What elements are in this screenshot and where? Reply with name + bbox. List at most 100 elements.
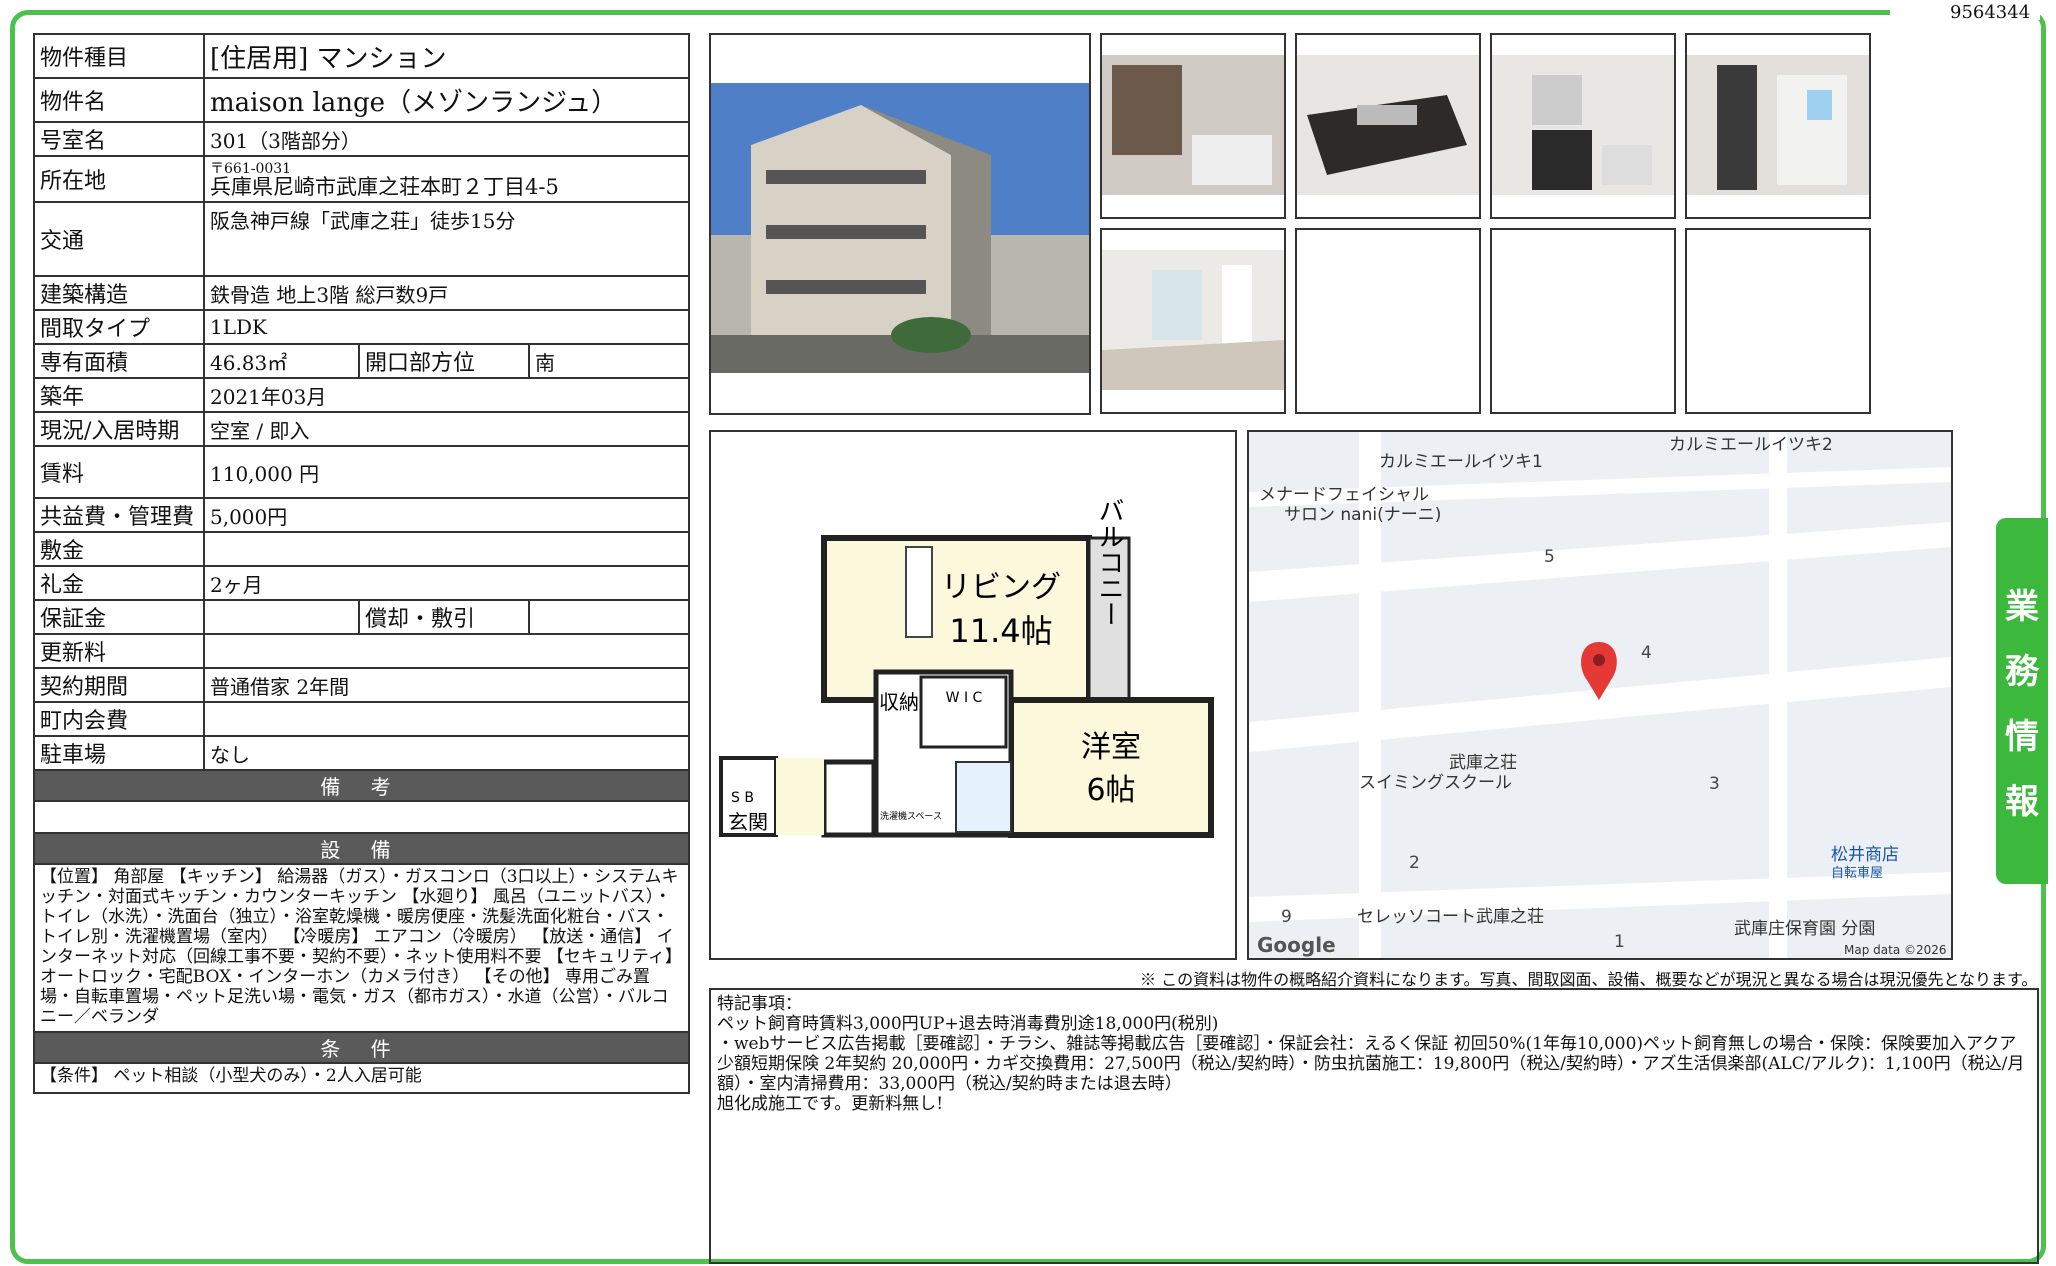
- map-label: メナードフェイシャル: [1259, 485, 1429, 505]
- living-size: 11.4帖: [949, 612, 1052, 650]
- business-info-tab[interactable]: 業 務 情 報: [1996, 518, 2048, 884]
- area-value: 46.83㎡: [203, 343, 360, 379]
- special-notes-title: 特記事項：: [717, 994, 802, 1014]
- block-number: 4: [1641, 643, 1652, 663]
- wic-label: W I C: [946, 690, 983, 706]
- structure-value: 鉄骨造 地上3階 総戸数9戸: [202, 275, 691, 311]
- built-value: 2021年03月: [202, 377, 691, 413]
- deposit-label: 敷金: [33, 531, 205, 567]
- map-label: サロン nani(ナーニ): [1284, 505, 1441, 525]
- map-label: カルミエールイツキ2: [1669, 435, 1833, 455]
- contract-value: 普通借家 2年間: [202, 667, 691, 703]
- room-photo[interactable]: [1100, 228, 1286, 414]
- guarantee-label: 保証金: [33, 599, 205, 635]
- name-label: 物件名: [33, 77, 205, 123]
- disclaimer: ※ この資料は物件の概略紹介資料になります。写真、間取図面、設備、概要などが現況…: [1140, 970, 2038, 989]
- western-room-label: 洋室: [1081, 730, 1141, 765]
- sb-label: S B: [731, 790, 754, 806]
- western-room-size: 6帖: [1086, 773, 1135, 808]
- status-label: 現況/入居時期: [33, 411, 205, 447]
- google-logo: Google: [1257, 933, 1336, 957]
- special-notes-line: ペット飼育時賃料3,000円UP+退去時消毒費別途18,000円(税別): [717, 1014, 1219, 1034]
- tab-char: 務: [2005, 652, 2039, 692]
- special-notes-line: ・webサービス広告掲載［要確認］・チラシ、雑誌等掲載広告［要確認］・保証会社：…: [717, 1034, 2025, 1094]
- parking-value: なし: [202, 735, 691, 771]
- conditions-title: 条 件: [32, 1031, 691, 1064]
- contract-label: 契約期間: [33, 667, 205, 703]
- fee-label: 共益費・管理費: [33, 497, 205, 533]
- equipment-title: 設 備: [32, 832, 691, 865]
- tab-char: 報: [2005, 782, 2039, 822]
- rent-label: 賃料: [33, 445, 205, 499]
- name-value: maison lange（メゾンランジュ）: [202, 77, 691, 123]
- building-photo-image: [711, 35, 1089, 413]
- equipment-value: 【位置】 角部屋 【キッチン】 給湯器（ガス）・ガスコンロ（3口以上）・システム…: [32, 863, 691, 1033]
- tab-char: 情: [2005, 717, 2039, 757]
- refund-value: [527, 599, 691, 635]
- refund-label: 償却・敷引: [358, 599, 530, 635]
- storage-label: 収納: [879, 690, 919, 714]
- traffic-value: 阪急神戸線「武庫之荘」徒歩15分: [202, 201, 691, 277]
- renewal-label: 更新料: [33, 633, 205, 669]
- map-copyright: Map data ©2026: [1844, 943, 1947, 957]
- town-fee-label: 町内会費: [33, 701, 205, 737]
- conditions-value: 【条件】 ペット相談（小型犬のみ）・2人入居可能: [32, 1062, 691, 1094]
- map-label: 武庫之荘: [1449, 753, 1517, 773]
- type-label: 物件種目: [33, 33, 205, 79]
- remarks-title: 備 考: [32, 769, 691, 802]
- map-label: カルミエールイツキ1: [1379, 452, 1543, 472]
- key-money-value: 2ヶ月: [202, 565, 691, 601]
- map-label: 武庫庄保育園 分園: [1734, 919, 1875, 939]
- room-value: 301（3階部分）: [202, 121, 691, 157]
- status-value: 空室 / 即入: [202, 411, 691, 447]
- balcony-label: バルコニー: [1094, 497, 1124, 627]
- location-map[interactable]: カルミエールイツキ1 カルミエールイツキ2 メナードフェイシャル サロン nan…: [1247, 430, 1953, 960]
- block-number: 9: [1281, 907, 1292, 927]
- renewal-value: [202, 633, 691, 669]
- bathroom-photo[interactable]: [1100, 33, 1286, 219]
- town-fee-value: [202, 701, 691, 737]
- remarks-value: [32, 800, 691, 834]
- type-value: [住居用] マンション: [202, 33, 691, 79]
- room-label: 号室名: [33, 121, 205, 157]
- address-label: 所在地: [33, 155, 205, 203]
- deposit-value: [202, 531, 691, 567]
- special-notes-line: 旭化成施工です。更新料無し!: [717, 1094, 944, 1114]
- key-money-label: 礼金: [33, 565, 205, 601]
- direction-label: 開口部方位: [358, 343, 530, 379]
- structure-label: 建築構造: [33, 275, 205, 311]
- address-value: 兵庫県尼崎市武庫之荘本町２丁目4-5: [210, 175, 559, 199]
- rent-value: 110,000 円: [202, 445, 691, 499]
- photo-slot-empty: [1490, 228, 1676, 414]
- entrance-label: 玄関: [728, 810, 768, 834]
- traffic-label: 交通: [33, 201, 205, 277]
- building-exterior-photo[interactable]: [709, 33, 1091, 415]
- parking-label: 駐車場: [33, 735, 205, 771]
- fee-value: 5,000円: [202, 497, 691, 533]
- map-label: セレッソコート武庫之荘: [1357, 907, 1544, 927]
- closet-photo[interactable]: [1685, 33, 1871, 219]
- floor-plan[interactable]: リビング 11.4帖 バルコニー 洋室 6帖 収納 W I C S B 玄関 洗…: [709, 430, 1237, 960]
- map-label: スイミングスクール: [1359, 773, 1512, 793]
- block-number: 2: [1409, 853, 1420, 873]
- tab-char: 業: [2005, 587, 2039, 627]
- map-label: 自転車屋: [1831, 866, 1883, 881]
- guarantee-value: [203, 599, 360, 635]
- built-label: 築年: [33, 377, 205, 413]
- layout-value: 1LDK: [202, 309, 691, 345]
- block-number: 5: [1544, 547, 1555, 567]
- photo-slot-empty: [1685, 228, 1871, 414]
- kitchen-photo[interactable]: [1295, 33, 1481, 219]
- washer-space-label: 洗濯機スペース: [880, 810, 942, 822]
- washroom-photo[interactable]: [1490, 33, 1676, 219]
- document-id: 9564344: [1950, 2, 2031, 23]
- block-number: 1: [1614, 932, 1625, 952]
- block-number: 3: [1709, 774, 1720, 794]
- area-label: 専有面積: [33, 343, 205, 379]
- living-label: リビング: [941, 570, 1061, 605]
- layout-label: 間取タイプ: [33, 309, 205, 345]
- property-spec-table: 物件種目 [住居用] マンション 物件名 maison lange（メゾンランジュ）…: [32, 33, 691, 1094]
- special-notes: 特記事項： ペット飼育時賃料3,000円UP+退去時消毒費別途18,000円(税…: [709, 988, 2039, 1264]
- direction-value: 南: [527, 343, 691, 379]
- map-label: 松井商店: [1831, 845, 1899, 865]
